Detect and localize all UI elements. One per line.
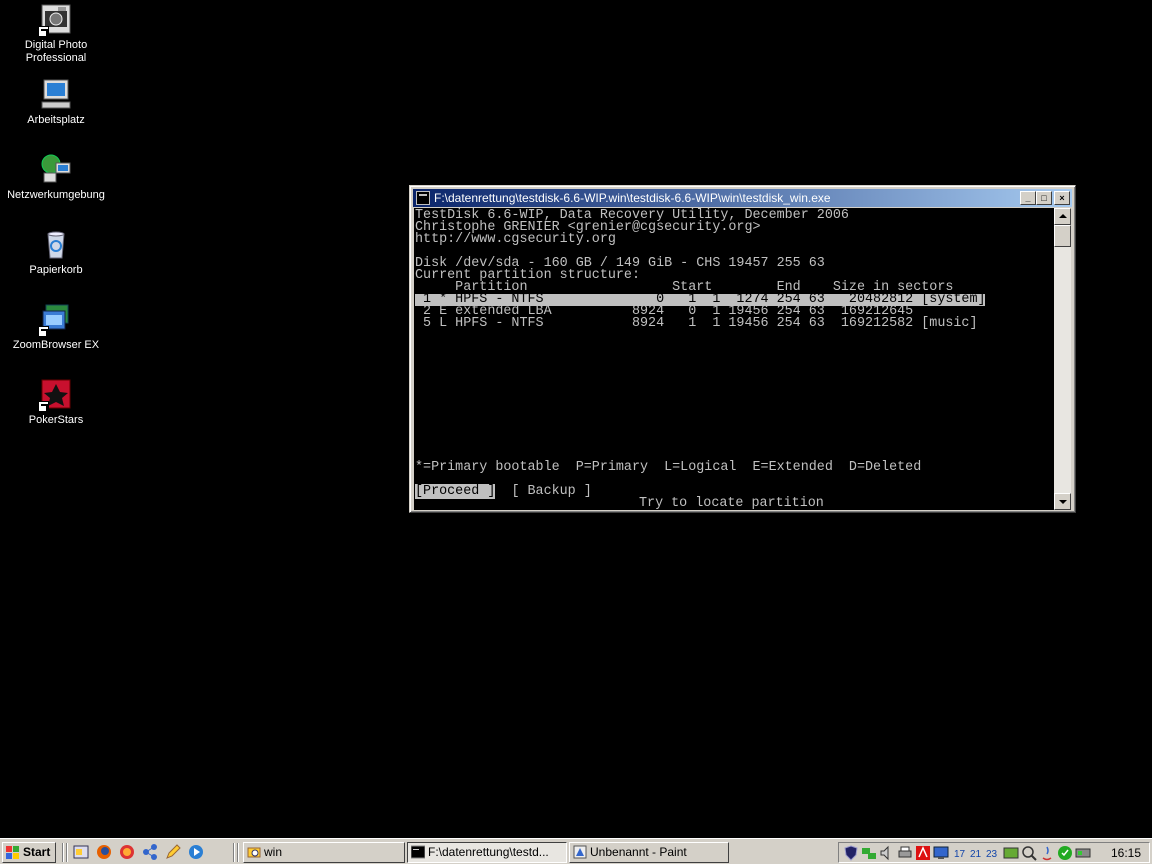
search-icon[interactable] [1021,845,1037,861]
volume-icon[interactable] [879,845,895,861]
language-icon[interactable]: 17 [953,845,969,861]
system-tray: 17 21 23 16:15 [838,842,1150,863]
proceed-option[interactable]: [Proceed ] [415,484,496,499]
pencil-icon[interactable] [165,844,181,860]
arrow-up-icon [1059,214,1067,218]
clock[interactable]: 16:15 [1111,846,1141,860]
desktop-icon-label: ZoomBrowser EX [12,339,100,351]
display-icon[interactable] [1003,845,1019,861]
start-label: Start [23,845,51,859]
desktop-icon-label: Digital Photo Professional [24,39,88,64]
taskbar-separator [66,843,68,862]
task-button-testdisk[interactable]: F:\datenrettung\testd... [407,842,567,863]
computer-icon [40,78,72,110]
partition-row[interactable]: 5 L HPFS - NTFS 8924 1 1 19456 254 63 16… [415,317,977,330]
taskbar: Start win F:\datenrettung\testd... Unben… [0,838,1152,864]
svg-text:23: 23 [986,849,998,860]
pokerstars-icon [38,378,72,412]
console-line-legend: *=Primary bootable P=Primary L=Logical E… [415,460,922,475]
scroll-thumb[interactable] [1054,225,1071,247]
vertical-scrollbar[interactable] [1054,208,1071,510]
close-button[interactable]: × [1054,191,1070,205]
minimize-button[interactable]: _ [1020,191,1036,205]
desktop-icon-digital-photo-professional[interactable]: Digital Photo Professional [0,3,112,65]
taskbar-separator [62,843,64,862]
console-window[interactable]: F:\datenrettung\testdisk-6.6-WIP.win\tes… [409,185,1076,513]
desktop-icon-label: Arbeitsplatz [27,114,85,126]
zoombrowser-icon [38,303,72,337]
task-label: win [264,845,283,859]
paint-icon [573,845,587,859]
desktop-icon-zoombrowser-ex[interactable]: ZoomBrowser EX [0,303,112,352]
start-button[interactable]: Start [2,842,56,863]
shield-icon[interactable] [843,845,859,861]
console-line-url: http://www.cgsecurity.org [415,232,616,247]
recycle-bin-icon [40,228,72,260]
task-button-win[interactable]: win [243,842,405,863]
console-icon [410,845,426,859]
task-label: F:\datenrettung\testd... [428,845,549,859]
backup-option[interactable]: [ Backup ] [511,484,591,499]
network-icon [40,153,72,185]
scroll-down-button[interactable] [1054,493,1071,510]
acrobat-icon[interactable] [915,845,931,861]
folder-search-icon [247,845,261,859]
console-line-hint: Try to locate partition [639,496,824,510]
desktop-icon-label: Netzwerkumgebung [7,189,105,201]
update-icon[interactable] [1057,845,1073,861]
desktop-icon-arbeitsplatz[interactable]: Arbeitsplatz [0,78,112,127]
media-player-icon[interactable] [188,844,204,860]
printer-icon[interactable] [897,845,913,861]
language-icon[interactable]: 23 [985,845,1001,861]
console-output[interactable]: TestDisk 6.6-WIP, Data Recovery Utility,… [414,208,1055,510]
java-icon[interactable] [1039,845,1055,861]
network-tray-icon[interactable] [861,845,877,861]
browser-icon[interactable] [119,844,135,860]
graphics-driver-icon[interactable] [1075,845,1091,861]
svg-text:17: 17 [954,849,966,860]
firefox-icon[interactable] [96,844,112,860]
svg-text:21: 21 [970,849,982,860]
scroll-up-button[interactable] [1054,208,1071,225]
maximize-button[interactable]: □ [1036,191,1052,205]
windows-logo-icon [6,846,20,859]
task-button-paint[interactable]: Unbenannt - Paint [569,842,729,863]
camera-icon [38,3,72,37]
share-icon[interactable] [142,844,158,860]
desktop-icon-papierkorb[interactable]: Papierkorb [0,228,112,277]
taskbar-separator [233,843,235,862]
desktop-icon-label: Papierkorb [29,264,83,276]
monitor-icon[interactable] [933,845,949,861]
desktop-icon-netzwerkumgebung[interactable]: Netzwerkumgebung [0,153,112,202]
desktop-icon-pokerstars[interactable]: PokerStars [0,378,112,427]
console-app-icon [416,191,430,205]
show-desktop-icon[interactable] [73,844,89,860]
taskbar-separator [237,843,239,862]
window-title: F:\datenrettung\testdisk-6.6-WIP.win\tes… [434,191,831,205]
window-titlebar[interactable]: F:\datenrettung\testdisk-6.6-WIP.win\tes… [413,189,1072,207]
task-label: Unbenannt - Paint [590,845,687,859]
console-menu: [Proceed ] [ Backup ] [415,484,592,499]
arrow-down-icon [1059,500,1067,504]
desktop-icon-label: PokerStars [28,414,84,426]
language-icon[interactable]: 21 [969,845,985,861]
